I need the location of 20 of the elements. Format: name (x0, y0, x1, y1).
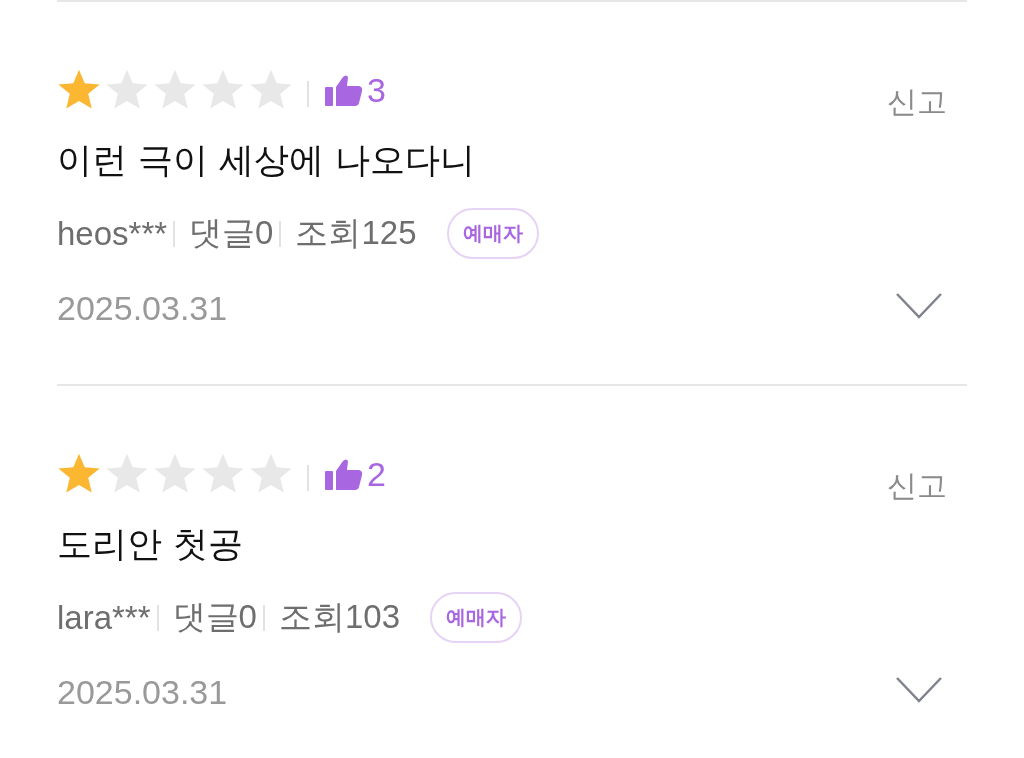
review-title: 도리안 첫공 (57, 523, 245, 566)
report-button[interactable]: 신고 (887, 82, 947, 123)
review-date: 2025.03.31 (57, 673, 228, 712)
thumbs-up-icon (325, 458, 363, 490)
comment-count: 댓글0 (189, 213, 274, 253)
view-count: 조회125 (295, 213, 417, 253)
review-title: 이런 극이 세상에 나오다니 (57, 139, 477, 182)
comment-count: 댓글0 (172, 597, 257, 637)
review-date: 2025.03.31 (57, 289, 228, 328)
like-count: 2 (367, 454, 386, 494)
thumbs-up-icon (325, 74, 363, 106)
view-count: 조회103 (278, 597, 400, 637)
username: heos*** (57, 214, 168, 253)
buyer-badge: 예매자 (430, 592, 522, 643)
report-button[interactable]: 신고 (887, 466, 947, 507)
chevron-icon[interactable] (895, 292, 943, 320)
username: lara*** (57, 598, 151, 637)
chevron-icon[interactable] (895, 676, 943, 704)
like-count: 3 (367, 70, 386, 110)
buyer-badge: 예매자 (446, 208, 539, 259)
